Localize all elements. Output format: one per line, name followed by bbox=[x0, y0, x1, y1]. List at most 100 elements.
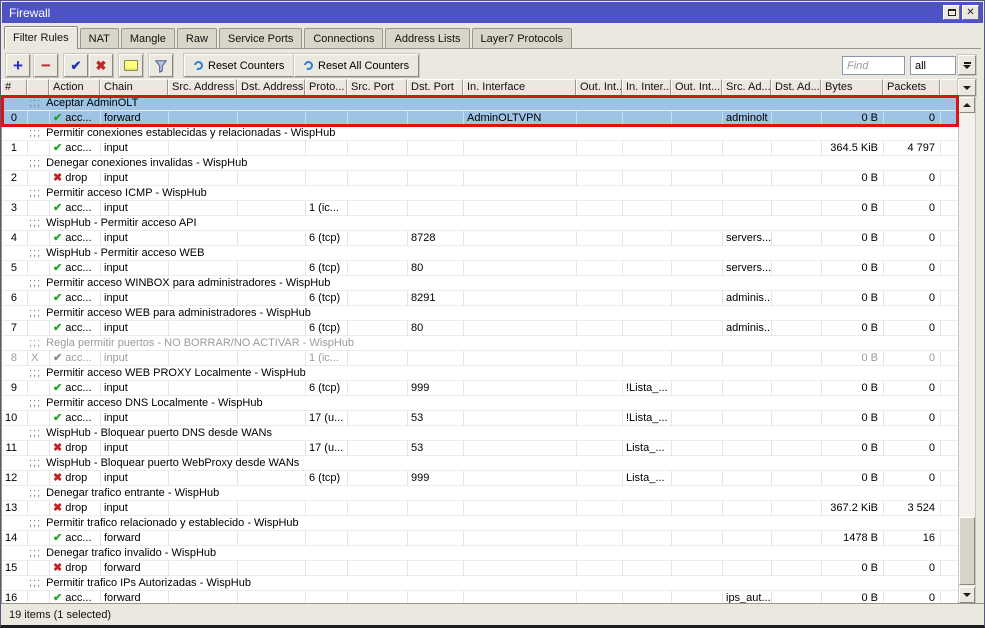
column-menu-button[interactable] bbox=[958, 79, 976, 96]
titlebar[interactable]: Firewall ✕ bbox=[2, 2, 983, 23]
rule-row[interactable]: 4✔acc...input6 (tcp)8728servers...0 B0 bbox=[2, 231, 958, 246]
comment-row[interactable]: ;;;Permitir conexiones establecidas y re… bbox=[2, 126, 958, 141]
comment-row[interactable]: ;;;Permitir trafico relacionado y establ… bbox=[2, 516, 958, 531]
filter-scope-dropdown-button[interactable] bbox=[958, 55, 976, 75]
cell-spacer bbox=[941, 441, 958, 456]
header-cell-spacer[interactable] bbox=[940, 79, 958, 96]
scrollbar-thumb[interactable] bbox=[959, 517, 975, 585]
header-cell-proto[interactable]: Proto... bbox=[305, 79, 347, 96]
comment-row[interactable]: ;;;Permitir acceso WEB para administrado… bbox=[2, 306, 958, 321]
drop-icon: ✖ bbox=[53, 502, 62, 514]
rule-row[interactable]: 9✔acc...input6 (tcp)999!Lista_...0 B0 bbox=[2, 381, 958, 396]
accept-icon: ✔ bbox=[53, 322, 62, 334]
rule-row[interactable]: 8X✔acc...input1 (ic...0 B0 bbox=[2, 351, 958, 366]
cell-in_interface bbox=[464, 351, 577, 366]
action-label: acc... bbox=[65, 292, 91, 304]
cell-dst_ad bbox=[772, 141, 822, 156]
cell-src_address bbox=[169, 351, 238, 366]
header-cell-in_inter_list[interactable]: In. Inter... bbox=[622, 79, 671, 96]
comment-row[interactable]: ;;;WispHub - Bloquear puerto DNS desde W… bbox=[2, 426, 958, 441]
header-cell-in_interface[interactable]: In. Interface bbox=[463, 79, 576, 96]
tab-mangle[interactable]: Mangle bbox=[121, 28, 175, 48]
tab-connections[interactable]: Connections bbox=[304, 28, 383, 48]
comment-row[interactable]: ;;;WispHub - Permitir acceso WEB bbox=[2, 246, 958, 261]
rule-row[interactable]: 12✖dropinput6 (tcp)999Lista_...0 B0 bbox=[2, 471, 958, 486]
vertical-scrollbar[interactable] bbox=[958, 96, 976, 604]
filter-scope-select[interactable]: all bbox=[910, 56, 956, 75]
rule-row[interactable]: 10✔acc...input17 (u...53!Lista_...0 B0 bbox=[2, 411, 958, 426]
rule-row[interactable]: 6✔acc...input6 (tcp)8291adminis...0 B0 bbox=[2, 291, 958, 306]
reset-counters-button[interactable]: Reset Counters bbox=[184, 54, 294, 77]
comment-row[interactable]: ;;;Denegar trafico entrante - WispHub bbox=[2, 486, 958, 501]
header-cell-bytes[interactable]: Bytes bbox=[821, 79, 883, 96]
rule-row[interactable]: 5✔acc...input6 (tcp)80servers...0 B0 bbox=[2, 261, 958, 276]
header-cell-dst_port[interactable]: Dst. Port bbox=[407, 79, 463, 96]
comment-prefix: ;;; bbox=[29, 517, 41, 529]
rule-row[interactable]: 11✖dropinput17 (u...53Lista_...0 B0 bbox=[2, 441, 958, 456]
comment-row[interactable]: ;;;Denegar trafico invalido - WispHub bbox=[2, 546, 958, 561]
header-cell-out_int[interactable]: Out. Int... bbox=[576, 79, 622, 96]
cell-num: 10 bbox=[2, 411, 28, 426]
maximize-button[interactable] bbox=[943, 5, 960, 20]
disable-rule-button[interactable]: ✖ bbox=[89, 54, 113, 77]
cell-bytes: 0 B bbox=[822, 171, 884, 186]
comment-row[interactable]: ;;;Denegar conexiones invalidas - WispHu… bbox=[2, 156, 958, 171]
comment-row[interactable]: ;;;WispHub - Bloquear puerto WebProxy de… bbox=[2, 456, 958, 471]
cell-dst_port bbox=[408, 501, 464, 516]
rule-row[interactable]: 15✖dropforward0 B0 bbox=[2, 561, 958, 576]
header-cell-num[interactable]: # bbox=[1, 79, 27, 96]
comment-row[interactable]: ;;;Permitir acceso WEB PROXY Localmente … bbox=[2, 366, 958, 381]
enable-rule-button[interactable]: ✔ bbox=[64, 54, 88, 77]
tab-service-ports[interactable]: Service Ports bbox=[219, 28, 302, 48]
find-input[interactable] bbox=[842, 56, 905, 75]
header-cell-packets[interactable]: Packets bbox=[883, 79, 940, 96]
comment-row[interactable]: ;;;WispHub - Permitir acceso API bbox=[2, 216, 958, 231]
comment-row[interactable]: ;;;Regla permitir puertos - NO BORRAR/NO… bbox=[2, 336, 958, 351]
header-cell-chain[interactable]: Chain bbox=[100, 79, 168, 96]
header-cell-src_address[interactable]: Src. Address bbox=[168, 79, 237, 96]
cell-src_ad bbox=[723, 441, 772, 456]
rule-row[interactable]: 1✔acc...input364.5 KiB4 797 bbox=[2, 141, 958, 156]
comment-prefix: ;;; bbox=[29, 247, 41, 259]
comment-button[interactable] bbox=[119, 54, 143, 77]
filter-button[interactable] bbox=[149, 54, 173, 77]
cell-in_inter_list bbox=[623, 201, 672, 216]
header-cell-dst_ad[interactable]: Dst. Ad... bbox=[771, 79, 821, 96]
tab-layer7-protocols[interactable]: Layer7 Protocols bbox=[472, 28, 573, 48]
scroll-down-button[interactable] bbox=[959, 587, 975, 603]
comment-row[interactable]: ;;;Permitir acceso WINBOX para administr… bbox=[2, 276, 958, 291]
cell-dst_port: 53 bbox=[408, 411, 464, 426]
cell-num: 13 bbox=[2, 501, 28, 516]
tab-raw[interactable]: Raw bbox=[177, 28, 217, 48]
header-cell-src_ad[interactable]: Src. Ad... bbox=[722, 79, 771, 96]
rule-row[interactable]: 0✔acc...forwardAdminOLTVPNadminolt0 B0 bbox=[2, 111, 958, 126]
comment-row[interactable]: ;;;Permitir acceso ICMP - WispHub bbox=[2, 186, 958, 201]
cell-flags bbox=[28, 381, 50, 396]
cell-spacer bbox=[941, 111, 958, 126]
cell-proto: 6 (tcp) bbox=[306, 291, 348, 306]
close-button[interactable]: ✕ bbox=[962, 5, 979, 20]
reset-all-counters-button[interactable]: Reset All Counters bbox=[294, 54, 419, 77]
rule-row[interactable]: 3✔acc...input1 (ic...0 B0 bbox=[2, 201, 958, 216]
remove-rule-button[interactable]: − bbox=[34, 54, 58, 77]
comment-row[interactable]: ;;;Aceptar AdminOLT bbox=[2, 96, 958, 111]
tab-nat[interactable]: NAT bbox=[80, 28, 119, 48]
cell-dst_port bbox=[408, 531, 464, 546]
tab-address-lists[interactable]: Address Lists bbox=[385, 28, 469, 48]
rule-row[interactable]: 14✔acc...forward1478 B16 bbox=[2, 531, 958, 546]
cell-flags bbox=[28, 261, 50, 276]
rule-row[interactable]: 2✖dropinput0 B0 bbox=[2, 171, 958, 186]
scroll-up-button[interactable] bbox=[959, 97, 975, 113]
comment-row[interactable]: ;;;Permitir trafico IPs Autorizadas - Wi… bbox=[2, 576, 958, 591]
header-cell-flags[interactable] bbox=[27, 79, 49, 96]
comment-row[interactable]: ;;;Permitir acceso DNS Localmente - Wisp… bbox=[2, 396, 958, 411]
add-rule-button[interactable]: + bbox=[6, 54, 30, 77]
rule-row[interactable]: 7✔acc...input6 (tcp)80adminis...0 B0 bbox=[2, 321, 958, 336]
header-cell-out_int_list[interactable]: Out. Int... bbox=[671, 79, 722, 96]
header-cell-src_port[interactable]: Src. Port bbox=[347, 79, 407, 96]
header-cell-action[interactable]: Action bbox=[49, 79, 100, 96]
rule-row[interactable]: 13✖dropinput367.2 KiB3 524 bbox=[2, 501, 958, 516]
cell-dst_ad bbox=[772, 471, 822, 486]
header-cell-dst_address[interactable]: Dst. Address bbox=[237, 79, 305, 96]
tab-filter-rules[interactable]: Filter Rules bbox=[4, 26, 78, 49]
